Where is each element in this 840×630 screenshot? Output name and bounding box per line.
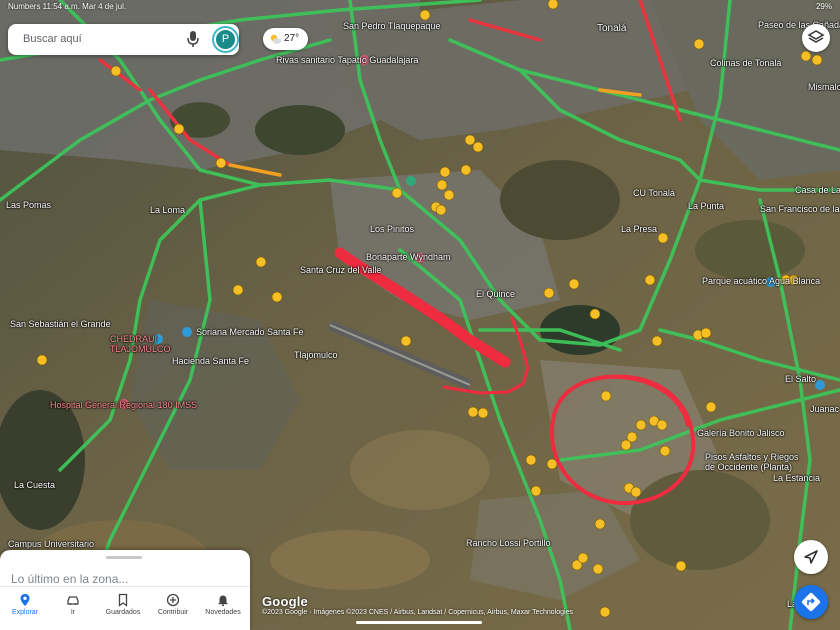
- bottom-sheet[interactable]: Lo último en la zona... Explorar Ir Guar…: [0, 550, 250, 630]
- search-placeholder[interactable]: Buscar aquí: [23, 33, 82, 45]
- add-circle-icon: [166, 593, 180, 607]
- map-label: Santa Cruz del Valle: [300, 265, 382, 275]
- map-label: San Sebastián el Grande: [10, 319, 111, 329]
- car-icon: [67, 596, 79, 605]
- search-box[interactable]: Buscar aquí P: [8, 24, 239, 55]
- directions-button[interactable]: [794, 585, 828, 619]
- temperature: 27°: [284, 33, 300, 44]
- map-canvas[interactable]: [0, 0, 840, 630]
- location-button[interactable]: [794, 540, 828, 574]
- tab-label: Explorar: [11, 609, 39, 616]
- sheet-handle[interactable]: [106, 556, 142, 559]
- directions-icon: [801, 592, 821, 612]
- map-credits[interactable]: ©2023 Google · Imágenes ©2023 CNES / Air…: [262, 609, 573, 616]
- tab-contribuir[interactable]: Contribuir: [148, 591, 198, 629]
- status-time: Numbers 11:54 a.m. Mar 4 de jul.: [8, 2, 127, 11]
- location-pin-icon: [20, 594, 30, 606]
- map-label: CU Tonalá: [633, 188, 675, 198]
- sheet-title: Lo último en la zona...: [11, 572, 129, 586]
- layers-button[interactable]: [802, 24, 830, 52]
- tab-guardados[interactable]: Guardados: [98, 591, 148, 629]
- map-label: Los Pinitos: [370, 224, 415, 234]
- map-label: Rivas sanitario Tapatío Guadalajara: [276, 55, 419, 65]
- tab-ir[interactable]: Ir: [48, 591, 98, 629]
- bell-icon: [218, 595, 228, 607]
- weather-chip[interactable]: 27°: [263, 28, 308, 50]
- tab-label: Guardados: [105, 609, 141, 616]
- tab-novedades[interactable]: Novedades: [198, 591, 248, 629]
- map-label-hospital: Hospital General Regional 180 IMSS: [50, 400, 198, 410]
- map-label: Tlajomulco: [294, 350, 338, 360]
- map-label: Juanac: [810, 404, 840, 414]
- map-label: Campus Universitario: [8, 539, 95, 549]
- tab-bar: Explorar Ir Guardados Contribuir Novedad…: [0, 586, 250, 630]
- layers-icon: [807, 30, 825, 43]
- home-indicator: [356, 621, 482, 624]
- navigation-arrow-icon: [804, 550, 818, 564]
- map-label: Rancho Lossi Portillo: [466, 538, 551, 548]
- map-label: Tonalá: [597, 23, 627, 34]
- map-label: San Francisco de la Soledad: [760, 204, 840, 214]
- battery-level: 29%: [815, 2, 832, 11]
- map-label: Las Pomas: [6, 200, 52, 210]
- map-label-store: CHEDRAUI TLAJOMULCO: [110, 334, 171, 354]
- map-label: Bonaparte Wyndham: [366, 252, 451, 262]
- map-label: Hacienda Santa Fe: [172, 356, 250, 366]
- map-label: La Loma: [150, 205, 186, 215]
- map-label: Casa de La: [795, 185, 840, 195]
- map-label: El Quince: [476, 289, 516, 299]
- map-label: Mismalo: [808, 82, 840, 92]
- map-label: El Salto: [785, 374, 817, 384]
- map-label: Colinas de Tonalá: [710, 58, 782, 68]
- map-label: La Presa: [621, 224, 658, 234]
- microphone-icon[interactable]: [186, 30, 200, 48]
- map-label: La Estancia: [773, 473, 821, 483]
- google-logo: Google: [262, 594, 308, 609]
- status-bar: Numbers 11:54 a.m. Mar 4 de jul. 29%: [0, 0, 840, 14]
- partly-cloudy-icon: [270, 34, 282, 44]
- map-label: Pisos Asfaltos y Riegos de Occidente (Pl…: [705, 452, 799, 472]
- avatar[interactable]: P: [214, 28, 237, 51]
- tab-label: Contribuir: [157, 609, 189, 616]
- map-label: San Pedro Tlaquepaque: [343, 21, 441, 31]
- tab-label: Ir: [70, 609, 76, 616]
- map-label: Parque acuático Agua Blanca: [702, 276, 821, 286]
- tab-explorar[interactable]: Explorar: [0, 591, 50, 629]
- map-label: Soriana Mercado Santa Fe: [196, 327, 304, 337]
- bookmark-icon: [118, 593, 128, 607]
- map-label: La Cuesta: [14, 480, 56, 490]
- map-label: La Punta: [688, 201, 725, 211]
- map-label: Galería Bonito Jalisco: [697, 428, 785, 438]
- tab-label: Novedades: [205, 609, 241, 616]
